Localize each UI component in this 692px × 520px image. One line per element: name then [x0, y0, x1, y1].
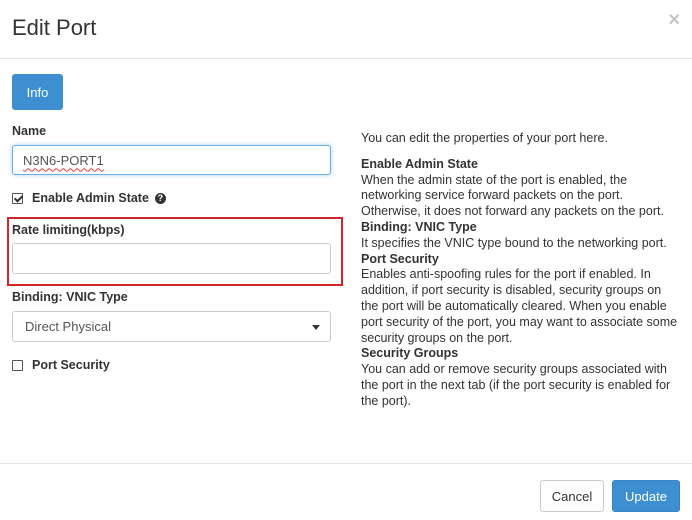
cancel-button[interactable]: Cancel	[540, 480, 604, 512]
help-intro: You can edit the properties of your port…	[361, 131, 608, 145]
modal-header: Edit Port ×	[0, 0, 692, 59]
vnic-type-label: Binding: VNIC Type	[12, 290, 128, 304]
vnic-type-select[interactable]: Direct Physical	[12, 311, 331, 342]
port-security-label: Port Security	[32, 358, 110, 372]
admin-state-checkbox[interactable]	[12, 192, 23, 204]
help-text-port-security: Enables anti-spoofing rules for the port…	[361, 267, 678, 345]
help-panel: You can edit the properties of your port…	[361, 131, 681, 410]
modal-footer: Cancel Update	[0, 463, 692, 520]
tab-info[interactable]: Info	[12, 74, 63, 110]
modal-title: Edit Port	[12, 15, 97, 40]
help-heading-admin-state: Enable Admin State	[361, 156, 478, 171]
chevron-down-icon	[312, 325, 320, 330]
name-label: Name	[12, 124, 47, 138]
name-input[interactable]: N3N6-PORT1	[12, 145, 331, 175]
vnic-type-value: Direct Physical	[25, 319, 111, 334]
help-heading-port-security: Port Security	[361, 251, 439, 266]
admin-state-label: Enable Admin State	[32, 191, 149, 205]
help-text-vnic-type: It specifies the VNIC type bound to the …	[361, 235, 667, 250]
close-icon[interactable]: ×	[668, 10, 680, 30]
name-input-value: N3N6-PORT1	[23, 152, 104, 168]
question-icon: ?	[154, 192, 166, 204]
rate-limit-input[interactable]	[12, 243, 331, 274]
help-heading-security-groups: Security Groups	[361, 346, 459, 361]
port-security-row: Port Security	[12, 358, 110, 372]
help-text-security-groups: You can add or remove security groups as…	[361, 362, 671, 408]
admin-state-row: Enable Admin State ?	[12, 191, 166, 205]
port-security-checkbox[interactable]	[12, 359, 23, 371]
rate-limit-label: Rate limiting(kbps)	[12, 223, 125, 237]
help-heading-vnic-type: Binding: VNIC Type	[361, 219, 477, 234]
help-text-admin-state: When the admin state of the port is enab…	[361, 172, 664, 219]
update-button[interactable]: Update	[612, 480, 680, 512]
